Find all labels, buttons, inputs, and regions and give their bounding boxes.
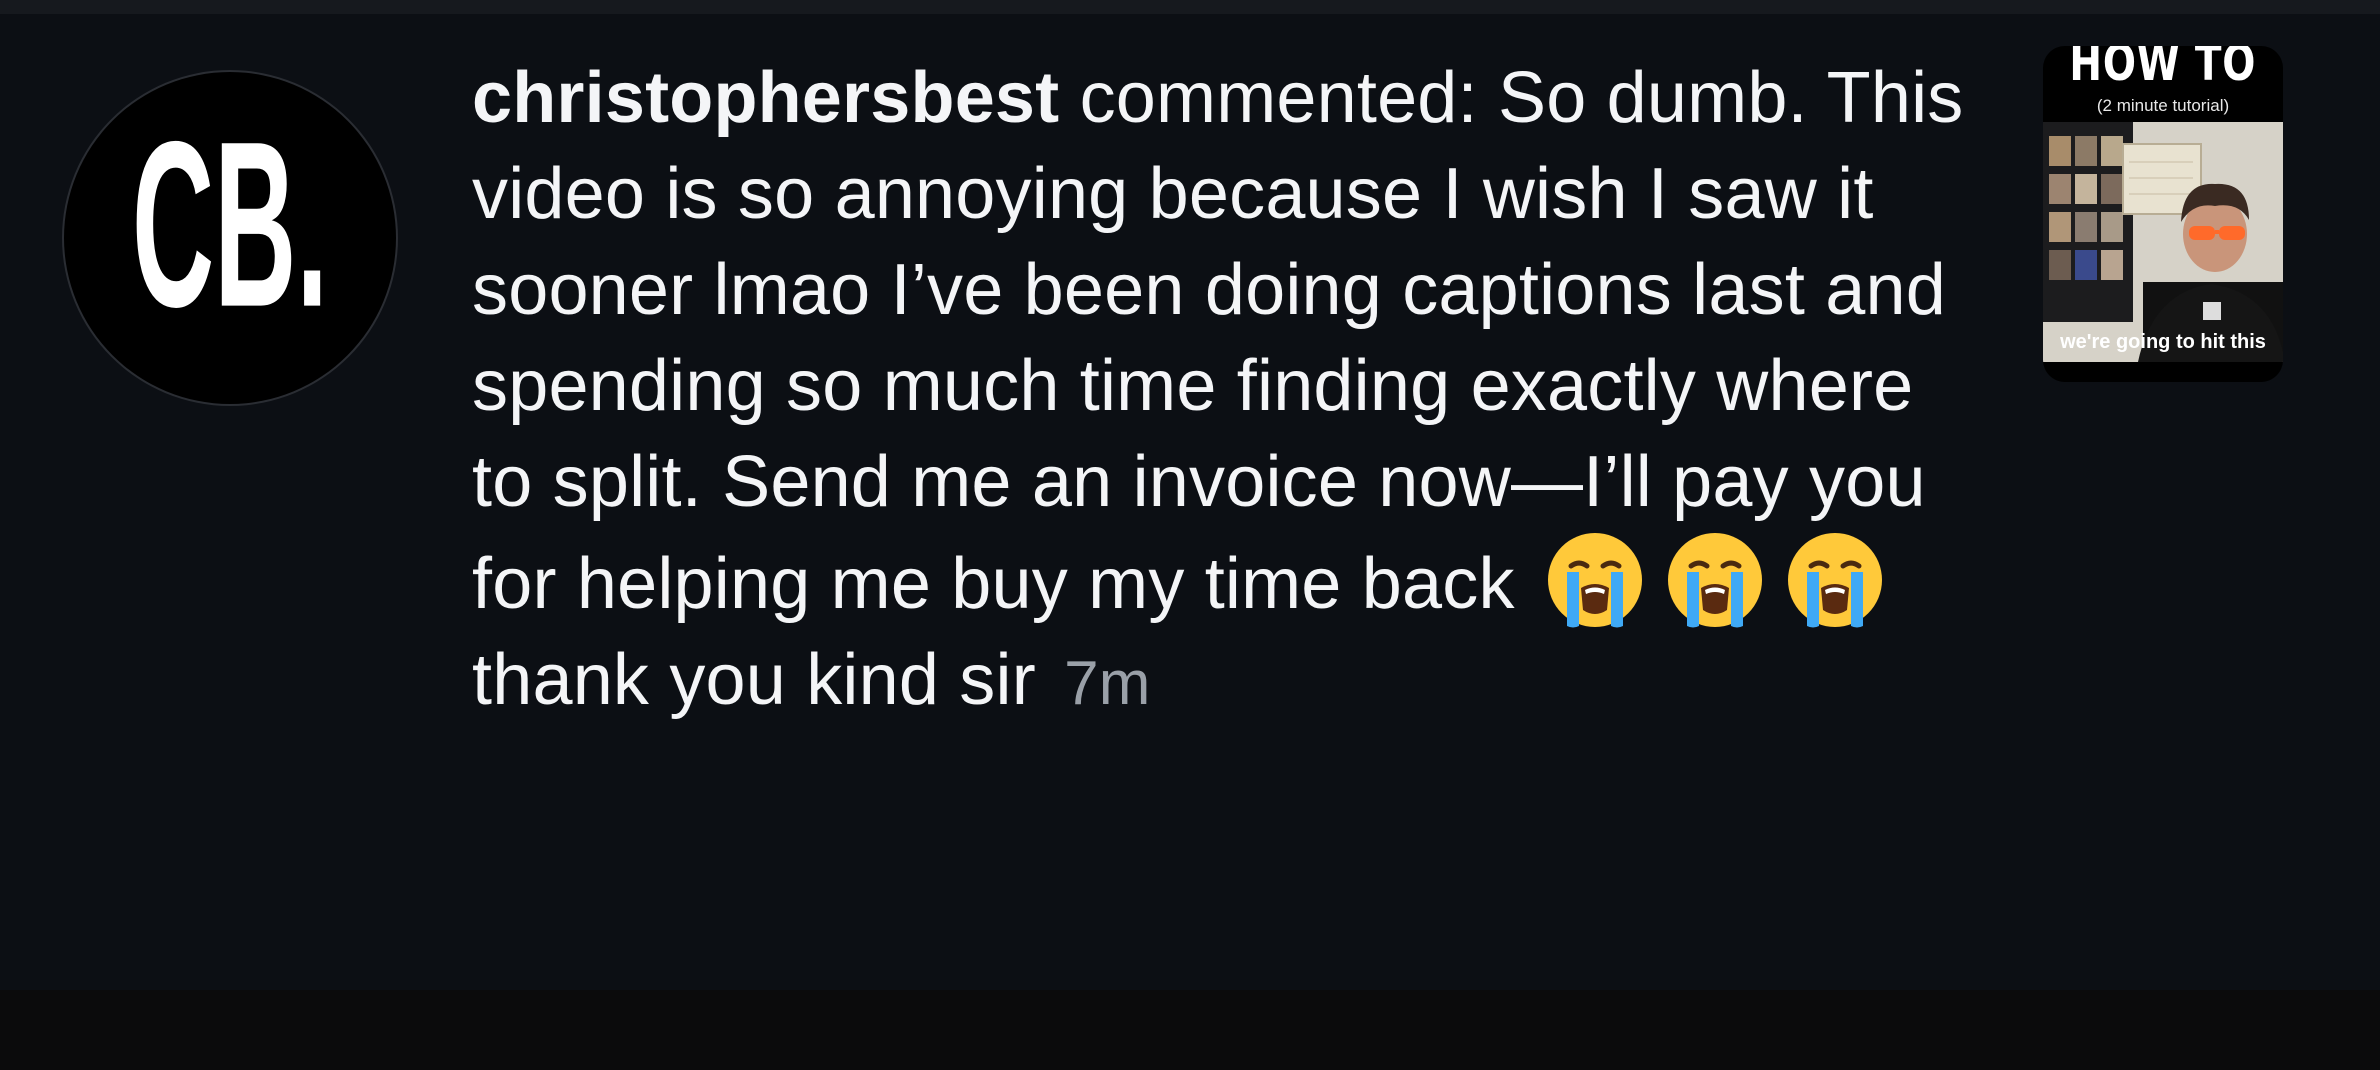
thumbnail-title: HOW TO EDIT	[2069, 46, 2257, 88]
loudly-crying-face-icon	[1665, 530, 1765, 630]
avatar[interactable]: CB.	[64, 72, 396, 404]
timestamp: 7m	[1064, 649, 1151, 718]
thumbnail-subtitle: (2 minute tutorial)	[2096, 96, 2230, 115]
thumbnail-caption: we're going to hit this	[2060, 331, 2266, 353]
bottom-divider	[0, 990, 2380, 1070]
loudly-crying-face-icon	[1785, 530, 1885, 630]
top-divider	[0, 0, 2380, 14]
action-text: commented:	[1079, 58, 1478, 138]
comment-text[interactable]: christophersbest commented: So dumb. Thi…	[472, 50, 1992, 732]
avatar-logo-icon: CB.	[132, 93, 328, 356]
loudly-crying-face-icon	[1545, 530, 1645, 630]
username-link[interactable]: christophersbest	[472, 58, 1059, 138]
svg-text:CB.: CB.	[132, 93, 328, 356]
thumbnail-scene-image	[2043, 122, 2283, 362]
post-thumbnail[interactable]: HOW TO EDIT (2 minute tutorial) we're go…	[2043, 46, 2283, 382]
comment-body-end: thank you kind sir	[472, 640, 1036, 720]
